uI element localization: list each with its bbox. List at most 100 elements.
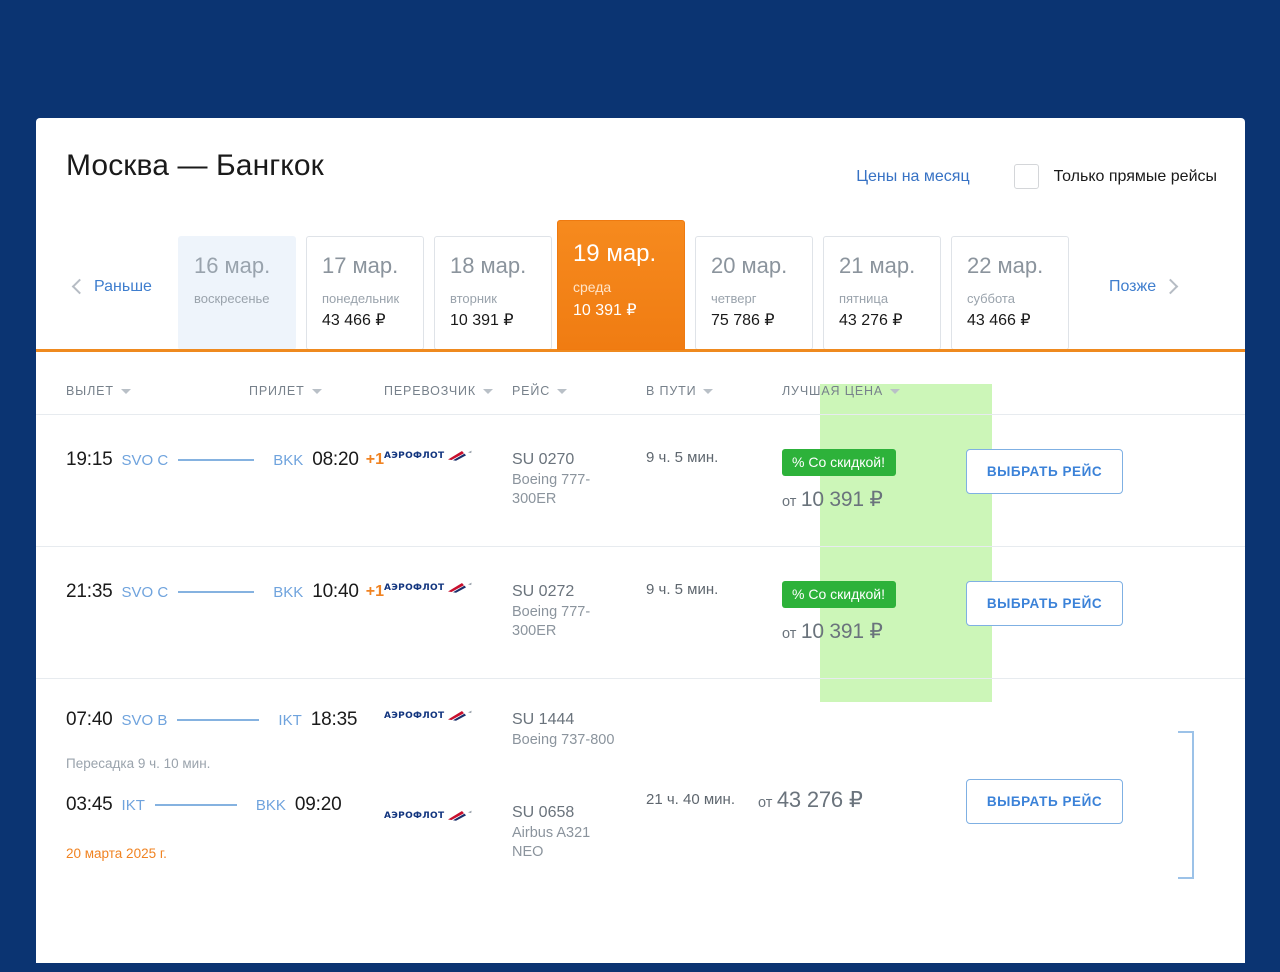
date-tab-22-mar[interactable]: 22 мар. суббота 43 466 ₽ — [950, 236, 1069, 350]
month-prices-link[interactable]: Цены на месяц — [856, 168, 969, 186]
departure-airport-code[interactable]: IKT — [122, 797, 145, 814]
aircraft-type: Boeing 777-300ER — [512, 603, 591, 640]
date-tab-date: 20 мар. — [710, 253, 788, 278]
date-tab-price: 10 391 ₽ — [449, 312, 514, 330]
date-tab-price: 43 466 ₽ — [966, 312, 1031, 330]
aircraft-type: Boeing 737-800 — [512, 731, 615, 748]
date-tab-date: 21 мар. — [838, 253, 916, 278]
select-flight-button[interactable]: ВЫБРАТЬ РЕЙС — [966, 581, 1123, 626]
arrival-airport-code[interactable]: BKK — [273, 584, 303, 601]
direct-flights-only-checkbox[interactable] — [1013, 164, 1039, 189]
discount-badge[interactable]: % Со скидкой! — [782, 449, 897, 476]
departure-airport-code[interactable]: SVO C — [122, 584, 169, 601]
departure-airport-code[interactable]: SVO B — [122, 712, 168, 729]
discount-badge[interactable]: % Со скидкой! — [782, 581, 897, 608]
column-header-carrier[interactable]: ПЕРЕВОЗЧИК — [384, 384, 512, 398]
arrival-airport-code[interactable]: BKK — [256, 797, 286, 814]
arrival-time: 10:40 — [312, 581, 359, 602]
date-tab-weekday: пятница — [838, 291, 889, 306]
next-day-indicator: +1 — [365, 451, 384, 468]
select-flight-button[interactable]: ВЫБРАТЬ РЕЙС — [966, 449, 1123, 494]
price-cell: от 43 276 ₽ — [746, 709, 918, 813]
column-header-arrival[interactable]: ПРИЛЕТ — [249, 384, 384, 398]
flight-results: ВЫЛЕТ ПРИЛЕТ ПЕРЕВОЗЧИК РЕЙС В ПУТИ ЛУЧШ… — [36, 352, 1245, 879]
leg-connector-line — [178, 459, 255, 461]
date-tab-21-mar[interactable]: 21 мар. пятница 43 276 ₽ — [822, 236, 941, 350]
later-dates-button[interactable]: Позже — [1109, 278, 1179, 296]
duration-cell: 9 ч. 5 мин. — [646, 449, 746, 467]
column-header-duration[interactable]: В ПУТИ — [646, 384, 746, 398]
earlier-dates-button[interactable]: Раньше — [71, 277, 152, 296]
flight-result-row: 07:40 SVO B IKT 18:35 Пересадка 9 ч. 10 … — [36, 679, 1245, 879]
action-cell: ВЫБРАТЬ РЕЙС — [918, 581, 1171, 626]
select-flight-button[interactable]: ВЫБРАТЬ РЕЙС — [966, 779, 1123, 824]
price-value: 10 391 ₽ — [800, 620, 883, 643]
direct-flights-only-toggle[interactable]: Только прямые рейсы — [1013, 164, 1217, 189]
connection-bracket-icon — [1178, 731, 1194, 879]
date-tab-price: 75 786 ₽ — [710, 312, 775, 330]
price-prefix: от — [782, 626, 797, 642]
total-duration: 9 ч. 5 мин. — [646, 581, 719, 598]
flight-leg: 03:45 IKT BKK 09:20 — [66, 794, 384, 816]
price-prefix: от — [782, 494, 797, 510]
departure-time: 07:40 — [66, 709, 113, 730]
next-day-indicator: +1 — [365, 583, 384, 600]
flight-result-row: 19:15 SVO C BKK 08:20 +1 АЭРОФЛОТ SU 027… — [36, 415, 1245, 546]
column-header-carrier-wrap: ПЕРЕВОЗЧИК — [384, 384, 512, 398]
chevron-down-icon — [483, 388, 494, 394]
flight-info-cell: SU 1444 Boeing 737-800 SU 0658 Airbus A3… — [512, 709, 1194, 879]
arrival-airport-code[interactable]: BKK — [273, 452, 303, 469]
column-header-departure[interactable]: ВЫЛЕТ — [66, 384, 249, 398]
column-header-flight-wrap: РЕЙС — [512, 384, 646, 398]
departure-airport-code[interactable]: SVO C — [122, 452, 169, 469]
date-tab-weekday: четверг — [710, 291, 757, 306]
carrier-cell: АЭРОФЛОТ — [384, 449, 512, 461]
date-tab-weekday: среда — [572, 279, 612, 295]
arrival-time: 18:35 — [310, 709, 358, 730]
action-cell: ВЫБРАТЬ РЕЙС — [918, 709, 1171, 824]
results-table-header: ВЫЛЕТ ПРИЛЕТ ПЕРЕВОЗЧИК РЕЙС В ПУТИ ЛУЧШ… — [36, 352, 1245, 414]
price-cell: % Со скидкой! от 10 391 ₽ — [746, 449, 918, 512]
aeroflot-logo-icon: АЭРОФЛОТ — [384, 450, 512, 461]
date-tab-17-mar[interactable]: 17 мар. понедельник 43 466 ₽ — [305, 236, 424, 350]
chevron-down-icon — [120, 388, 131, 394]
column-header-flight[interactable]: РЕЙС — [512, 384, 646, 398]
price-value: 10 391 ₽ — [800, 488, 883, 511]
flight-leg: 19:15 SVO C BKK 08:20 +1 — [66, 449, 384, 471]
date-tab-price: 43 466 ₽ — [321, 312, 386, 330]
carrier-cell: АЭРОФЛОТ — [384, 581, 512, 593]
column-header-label: ЛУЧШАЯ ЦЕНА — [782, 384, 884, 398]
carrier-cell: АЭРОФЛОТ АЭРОФЛОТ — [384, 709, 512, 821]
arrival-airport-code[interactable]: IKT — [278, 712, 301, 729]
flight-info-cell: SU 0270 Boeing 777-300ER — [512, 449, 646, 510]
flight-number: SU 1444 — [512, 711, 575, 728]
column-header-label: ВЫЛЕТ — [66, 384, 114, 398]
column-header-duration-wrap: В ПУТИ — [646, 384, 746, 398]
date-strip: Раньше 16 мар. воскресенье 17 мар. понед… — [36, 220, 1245, 350]
price-line: от 10 391 ₽ — [782, 487, 918, 512]
date-tab-19-mar-selected[interactable]: 19 мар. среда 10 391 ₽ — [556, 220, 685, 350]
arrival-date-note: 20 марта 2025 г. — [66, 846, 167, 861]
date-tabs: 16 мар. воскресенье 17 мар. понедельник … — [177, 220, 1079, 350]
leg-connector-line — [178, 591, 255, 593]
total-duration: 21 ч. 40 мин. — [646, 791, 735, 808]
leg-connector-line — [177, 719, 260, 721]
date-tab-20-mar[interactable]: 20 мар. четверг 75 786 ₽ — [694, 236, 813, 350]
itinerary-times: 21:35 SVO C BKK 10:40 +1 — [36, 581, 384, 603]
earlier-dates-label: Раньше — [94, 277, 152, 295]
column-header-best-price[interactable]: ЛУЧШАЯ ЦЕНА — [782, 384, 918, 398]
date-tab-weekday: суббота — [966, 291, 1015, 306]
chevron-down-icon — [311, 388, 322, 394]
chevron-down-icon — [557, 388, 568, 394]
departure-time: 19:15 — [66, 449, 113, 470]
flight-leg: 07:40 SVO B IKT 18:35 — [66, 709, 384, 731]
date-tab-18-mar[interactable]: 18 мар. вторник 10 391 ₽ — [433, 236, 552, 350]
chevron-right-icon — [1162, 278, 1179, 295]
departure-time: 03:45 — [66, 794, 113, 815]
chevron-left-icon — [71, 278, 88, 295]
duration-cell: 21 ч. 40 мин. — [646, 709, 746, 809]
column-header-arrival-wrap: ПРИЛЕТ — [249, 384, 384, 398]
column-header-departure-wrap: ВЫЛЕТ — [36, 384, 249, 398]
total-duration: 9 ч. 5 мин. — [646, 449, 719, 466]
column-header-label: В ПУТИ — [646, 384, 697, 398]
